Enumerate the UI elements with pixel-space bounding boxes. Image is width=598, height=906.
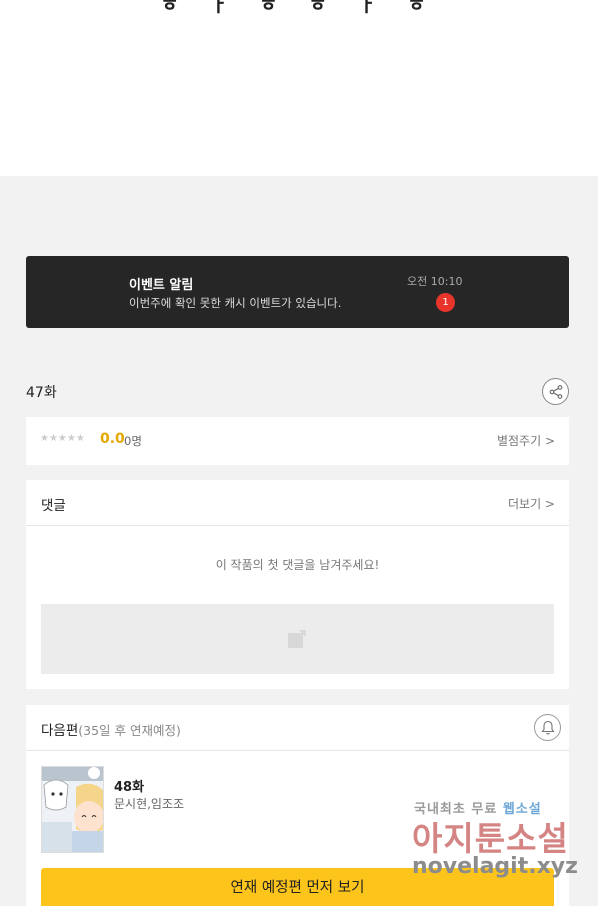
notify-button[interactable] — [534, 714, 561, 741]
notification-time: 오전 10:10 — [407, 275, 463, 288]
notification-badge: 1 — [436, 293, 455, 312]
next-episode-number: 48화 — [114, 780, 145, 795]
comments-empty-message: 이 작품의 첫 댓글을 남겨주세요! — [215, 558, 380, 572]
bell-icon — [541, 720, 555, 735]
next-schedule: (35일 후 연재예정) — [78, 723, 181, 738]
rating-count: 0명 — [124, 434, 142, 448]
rate-button[interactable]: 별점주기 > — [497, 432, 555, 449]
comment-input-area[interactable] — [41, 604, 554, 674]
episode-title: 47화 — [26, 385, 57, 401]
next-title: 다음편 — [41, 723, 79, 739]
notification-body: 이번주에 확인 못한 캐시 이벤트가 있습니다. — [129, 296, 342, 310]
next-episode-authors: 문시현,임조조 — [114, 797, 185, 811]
next-header: 다음편(35일 후 연재예정) — [26, 705, 569, 751]
comments-more-button[interactable]: 더보기 > — [508, 495, 555, 512]
event-notification[interactable]: 이벤트 알림 이번주에 확인 못한 캐시 이벤트가 있습니다. 오전 10:10… — [26, 256, 569, 328]
comments-header: 댓글 더보기 > — [26, 480, 569, 526]
top-content-area: ㅎ ㅏ ㅎ ㅎ ㅏ ㅎ — [0, 0, 598, 176]
site-watermark: 국내최초 무료 웹소설 아지툰소설 novelagit.xyz — [412, 798, 582, 888]
next-title-wrap: 다음편(35일 후 연재예정) — [41, 719, 181, 739]
write-icon — [288, 630, 306, 648]
rating-card: ★★★★★ 0.0 0명 별점주기 > — [26, 417, 569, 465]
rating-score: 0.0 — [100, 431, 125, 447]
comments-title: 댓글 — [41, 498, 66, 514]
watermark-line-3: novelagit.xyz — [412, 854, 578, 879]
next-episode-thumbnail[interactable] — [41, 766, 104, 853]
share-button[interactable] — [542, 378, 569, 405]
comments-card: 댓글 더보기 > 이 작품의 첫 댓글을 남겨주세요! — [26, 480, 569, 689]
share-icon — [549, 385, 563, 399]
notification-title: 이벤트 알림 — [129, 278, 194, 293]
rating-stars: ★★★★★ — [40, 433, 85, 444]
watermark-line-2: 아지툰소설 — [412, 819, 569, 858]
cropped-text: ㅎ ㅏ ㅎ ㅎ ㅏ ㅎ — [160, 0, 438, 16]
